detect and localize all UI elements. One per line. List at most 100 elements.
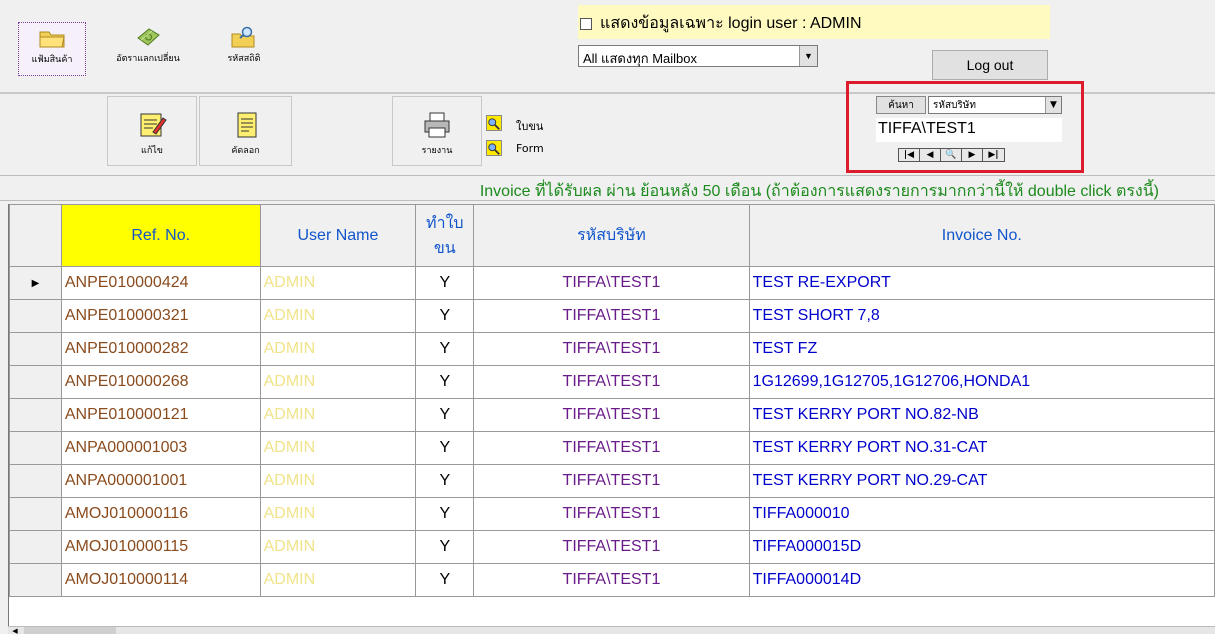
row-selector[interactable] xyxy=(9,464,62,498)
table-row[interactable]: AMOJ010000114 ADMIN Y TIFFA\TEST1 TIFFA00001… xyxy=(9,563,1215,597)
info-message[interactable]: Invoice ที่ได้รับผล ผ่าน ย้อนหลัง 50 เดื… xyxy=(480,179,1159,204)
scrollbar-thumb[interactable] xyxy=(24,627,116,634)
customs-status-cell[interactable]: Y xyxy=(415,266,475,300)
user-name-header[interactable]: User Name xyxy=(259,204,417,267)
company-code-cell[interactable]: TIFFA\TEST1 xyxy=(473,563,750,597)
logout-button[interactable]: Log out xyxy=(932,50,1048,80)
ref-no-cell[interactable]: ANPE010000121 xyxy=(60,398,261,432)
login-user-checkbox[interactable] xyxy=(580,17,592,30)
invoice-no-cell[interactable]: TEST FZ xyxy=(748,332,1215,366)
invoice-no-cell[interactable]: TEST KERRY PORT NO.29-CAT xyxy=(748,464,1215,498)
customs-status-cell[interactable]: Y xyxy=(415,563,475,597)
report-button[interactable]: รายงาน xyxy=(392,96,482,166)
company-code-cell[interactable]: TIFFA\TEST1 xyxy=(473,332,750,366)
row-selector[interactable] xyxy=(9,497,62,531)
user-name-cell[interactable]: ADMIN xyxy=(259,530,417,564)
horizontal-scrollbar[interactable]: ◀ xyxy=(8,626,1215,634)
row-selector[interactable] xyxy=(9,365,62,399)
table-row[interactable]: AMOJ010000115 ADMIN Y TIFFA\TEST1 TIFFA00001… xyxy=(9,530,1215,564)
user-name-cell[interactable]: ADMIN xyxy=(259,332,417,366)
company-code-cell[interactable]: TIFFA\TEST1 xyxy=(473,431,750,465)
mailbox-select[interactable]: All แสดงทุก Mailbox ▼ xyxy=(578,45,818,67)
table-row[interactable]: ANPE010000268 ADMIN Y TIFFA\TEST1 1G12699,1G… xyxy=(9,365,1215,399)
last-record-button[interactable]: ▶| xyxy=(983,149,1004,161)
exchange-rate-button[interactable]: อัตราแลกเปลี่ยน xyxy=(114,22,182,76)
option-customs-toggle[interactable] xyxy=(486,115,502,131)
company-code-header[interactable]: รหัสบริษัท xyxy=(473,204,750,267)
ref-no-cell[interactable]: ANPA000001003 xyxy=(60,431,261,465)
login-user-filter[interactable]: แสดงข้อมูลเฉพาะ login user : ADMIN xyxy=(580,11,862,36)
find-record-button[interactable]: 🔍 xyxy=(941,149,962,161)
scroll-left-icon[interactable]: ◀ xyxy=(8,627,22,634)
user-name-cell[interactable]: ADMIN xyxy=(259,497,417,531)
ref-no-cell[interactable]: ANPE010000282 xyxy=(60,332,261,366)
user-name-cell[interactable]: ADMIN xyxy=(259,299,417,333)
option-form-toggle[interactable] xyxy=(486,140,502,156)
invoice-no-cell[interactable]: 1G12699,1G12705,1G12706,HONDA1 xyxy=(748,365,1215,399)
chevron-down-icon[interactable]: ▼ xyxy=(1045,97,1061,113)
edit-button[interactable]: แก้ไข xyxy=(107,96,197,166)
row-selector[interactable]: ▶ xyxy=(9,266,62,300)
table-row[interactable]: ANPE010000321 ADMIN Y TIFFA\TEST1 TEST SHORT… xyxy=(9,299,1215,333)
customs-status-cell[interactable]: Y xyxy=(415,365,475,399)
invoice-no-header[interactable]: Invoice No. xyxy=(748,204,1215,267)
customs-status-cell[interactable]: Y xyxy=(415,398,475,432)
table-row[interactable]: ▶ ANPE010000424 ADMIN Y TIFFA\TEST1 TEST RE-E… xyxy=(9,266,1215,300)
ref-no-cell[interactable]: ANPE010000268 xyxy=(60,365,261,399)
table-row[interactable]: AMOJ010000116 ADMIN Y TIFFA\TEST1 TIFFA00001… xyxy=(9,497,1215,531)
customs-status-cell[interactable]: Y xyxy=(415,530,475,564)
company-code-cell[interactable]: TIFFA\TEST1 xyxy=(473,530,750,564)
company-code-cell[interactable]: TIFFA\TEST1 xyxy=(473,464,750,498)
copy-button[interactable]: คัดลอก xyxy=(199,96,292,166)
invoice-no-cell[interactable]: TEST RE-EXPORT xyxy=(748,266,1215,300)
customs-status-cell[interactable]: Y xyxy=(415,497,475,531)
company-code-cell[interactable]: TIFFA\TEST1 xyxy=(473,398,750,432)
next-record-button[interactable]: ▶ xyxy=(962,149,983,161)
invoice-no-cell[interactable]: TIFFA000015D xyxy=(748,530,1215,564)
table-row[interactable]: ANPA000001001 ADMIN Y TIFFA\TEST1 TEST KERRY… xyxy=(9,464,1215,498)
company-code-cell[interactable]: TIFFA\TEST1 xyxy=(473,266,750,300)
ref-no-cell[interactable]: ANPE010000424 xyxy=(60,266,261,300)
customs-status-cell[interactable]: Y xyxy=(415,464,475,498)
row-selector[interactable] xyxy=(9,530,62,564)
products-file-button[interactable]: แฟ้มสินค้า xyxy=(18,22,86,76)
row-selector[interactable] xyxy=(9,398,62,432)
user-name-cell[interactable]: ADMIN xyxy=(259,266,417,300)
customs-status-header[interactable]: ทำใบ ขน xyxy=(415,204,475,267)
customs-status-cell[interactable]: Y xyxy=(415,431,475,465)
company-code-cell[interactable]: TIFFA\TEST1 xyxy=(473,299,750,333)
customs-status-cell[interactable]: Y xyxy=(415,299,475,333)
invoice-no-cell[interactable]: TEST KERRY PORT NO.82-NB xyxy=(748,398,1215,432)
table-row[interactable]: ANPE010000282 ADMIN Y TIFFA\TEST1 TEST FZ xyxy=(9,332,1215,366)
chevron-down-icon[interactable]: ▼ xyxy=(799,46,817,66)
company-code-cell[interactable]: TIFFA\TEST1 xyxy=(473,497,750,531)
invoice-no-cell[interactable]: TIFFA000014D xyxy=(748,563,1215,597)
row-selector[interactable] xyxy=(9,431,62,465)
table-row[interactable]: ANPE010000121 ADMIN Y TIFFA\TEST1 TEST KERRY… xyxy=(9,398,1215,432)
ref-no-header[interactable]: Ref. No. xyxy=(60,204,261,267)
info-bar[interactable]: Invoice ที่ได้รับผล ผ่าน ย้อนหลัง 50 เดื… xyxy=(0,175,1215,201)
invoice-no-cell[interactable]: TIFFA000010 xyxy=(748,497,1215,531)
ref-no-cell[interactable]: AMOJ010000114 xyxy=(60,563,261,597)
user-name-cell[interactable]: ADMIN xyxy=(259,464,417,498)
row-selector[interactable] xyxy=(9,299,62,333)
ref-no-cell[interactable]: ANPE010000321 xyxy=(60,299,261,333)
customs-status-cell[interactable]: Y xyxy=(415,332,475,366)
invoice-no-cell[interactable]: TEST KERRY PORT NO.31-CAT xyxy=(748,431,1215,465)
ref-no-cell[interactable]: ANPA000001001 xyxy=(60,464,261,498)
search-field-select[interactable]: รหัสบริษัท ▼ xyxy=(928,96,1062,114)
user-name-cell[interactable]: ADMIN xyxy=(259,563,417,597)
first-record-button[interactable]: |◀ xyxy=(899,149,920,161)
ref-no-cell[interactable]: AMOJ010000115 xyxy=(60,530,261,564)
invoice-no-cell[interactable]: TEST SHORT 7,8 xyxy=(748,299,1215,333)
row-selector[interactable] xyxy=(9,563,62,597)
ref-no-cell[interactable]: AMOJ010000116 xyxy=(60,497,261,531)
prev-record-button[interactable]: ◀ xyxy=(920,149,941,161)
search-button[interactable]: ค้นหา xyxy=(876,96,926,114)
user-name-cell[interactable]: ADMIN xyxy=(259,398,417,432)
user-name-cell[interactable]: ADMIN xyxy=(259,365,417,399)
table-row[interactable]: ANPA000001003 ADMIN Y TIFFA\TEST1 TEST KERRY… xyxy=(9,431,1215,465)
company-code-cell[interactable]: TIFFA\TEST1 xyxy=(473,365,750,399)
search-input[interactable]: TIFFA\TEST1 xyxy=(876,118,1062,142)
user-name-cell[interactable]: ADMIN xyxy=(259,431,417,465)
